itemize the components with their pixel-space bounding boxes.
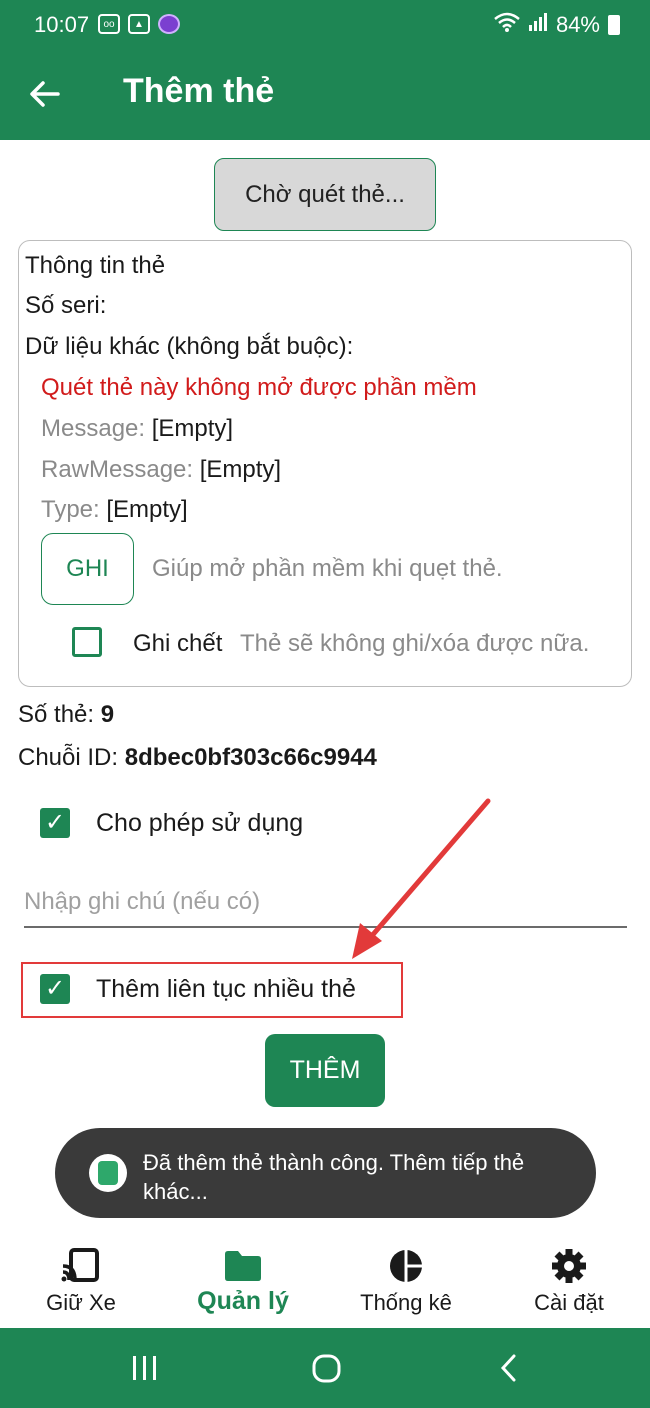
note-input[interactable]: [24, 878, 627, 928]
toast-message: Đã thêm thẻ thành công. Thêm tiếp thẻ kh…: [55, 1128, 596, 1218]
continuous-label: Thêm liên tục nhiều thẻ: [96, 975, 356, 1003]
status-right: 84%: [494, 12, 620, 38]
allow-use-label: Cho phép sử dụng: [96, 809, 304, 837]
annotation-arrow-icon: [352, 798, 491, 959]
lock-label: Ghi chết: [133, 630, 223, 657]
app-icon: [89, 1154, 127, 1192]
write-button[interactable]: GHI: [41, 533, 134, 605]
allow-use-checkbox[interactable]: ✓: [40, 808, 70, 838]
nav-item-giu-xe[interactable]: Giữ Xe: [0, 1240, 162, 1328]
back-arrow-icon[interactable]: [28, 72, 68, 116]
card-info-heading: Thông tin thẻ: [25, 252, 166, 279]
pie-chart-icon: [390, 1250, 422, 1282]
battery-percent: 84%: [555, 12, 600, 37]
app-bar: Thêm thẻ: [0, 50, 650, 140]
continuous-checkbox[interactable]: ✓: [40, 974, 70, 1004]
page-title: Thêm thẻ: [123, 72, 275, 110]
folder-icon: [225, 1251, 261, 1281]
serial-label: Số seri:: [25, 292, 107, 319]
battery-icon: [608, 15, 620, 35]
nav-label: Cài đặt: [534, 1290, 604, 1315]
cast-icon: [61, 1248, 99, 1282]
toast-line-1: Đã thêm thẻ thành công. Thêm tiếp thẻ: [143, 1150, 525, 1175]
status-time: 10:07: [34, 12, 90, 37]
toast-text: Đã thêm thẻ thành công. Thêm tiếp thẻ kh…: [143, 1148, 573, 1206]
system-nav-bar: [0, 1328, 650, 1408]
field-key: Type:: [41, 496, 100, 523]
toast-line-2: khác...: [143, 1179, 208, 1204]
app-notification-icon: [158, 14, 180, 34]
field-value: [Empty]: [151, 415, 234, 442]
recents-icon[interactable]: [130, 1348, 160, 1388]
wifi-icon: [494, 12, 520, 38]
nav-item-cai-dat[interactable]: Cài đặt: [488, 1240, 650, 1328]
card-info-panel: Thông tin thẻ Số seri: Dữ liệu khác (khô…: [18, 240, 632, 687]
rawmessage-field: RawMessage: [Empty]: [41, 456, 281, 484]
home-icon[interactable]: [310, 1348, 344, 1388]
lock-hint: Thẻ sẽ không ghi/xóa được nữa.: [240, 630, 590, 657]
gear-icon: [552, 1249, 586, 1283]
nav-item-thong-ke[interactable]: Thống kê: [325, 1240, 487, 1328]
field-value: [Empty]: [199, 456, 282, 483]
field-key: Message:: [41, 415, 146, 442]
nav-label: Thống kê: [360, 1290, 452, 1315]
field-key: RawMessage:: [41, 456, 194, 483]
status-bar: 10:07 oo ▲ 84%: [0, 0, 650, 50]
type-field: Type: [Empty]: [41, 496, 188, 524]
card-number-label: Số thẻ:: [18, 701, 95, 728]
nav-label: Quản lý: [197, 1287, 289, 1315]
signal-icon: [528, 12, 548, 38]
card-number-row: Số thẻ: 9: [18, 701, 114, 729]
other-data-label: Dữ liệu khác (không bắt buộc):: [25, 333, 354, 360]
message-field: Message: [Empty]: [41, 415, 233, 443]
write-hint: Giúp mở phần mềm khi quẹt thẻ.: [152, 555, 503, 582]
chain-id-label: Chuỗi ID:: [18, 744, 119, 771]
lock-checkbox[interactable]: [72, 627, 102, 657]
warning-text: Quét thẻ này không mở được phần mềm: [41, 374, 477, 401]
chain-id-row: Chuỗi ID: 8dbec0bf303c66c9944: [18, 744, 377, 772]
back-icon[interactable]: [496, 1348, 522, 1388]
image-icon: ▲: [128, 14, 150, 34]
card-number-value: 9: [100, 701, 115, 728]
voicemail-icon: oo: [98, 14, 120, 34]
add-button[interactable]: THÊM: [265, 1034, 385, 1107]
nav-item-quan-ly[interactable]: Quản lý: [162, 1240, 324, 1328]
bottom-nav: Giữ Xe Quản lý Thống kê Cài đặt: [0, 1240, 650, 1328]
field-value: [Empty]: [106, 496, 188, 523]
notification-icons: oo ▲: [98, 14, 180, 34]
chain-id-value: 8dbec0bf303c66c9944: [124, 744, 377, 771]
nav-label: Giữ Xe: [46, 1290, 116, 1315]
scan-card-button[interactable]: Chờ quét thẻ...: [214, 158, 436, 231]
